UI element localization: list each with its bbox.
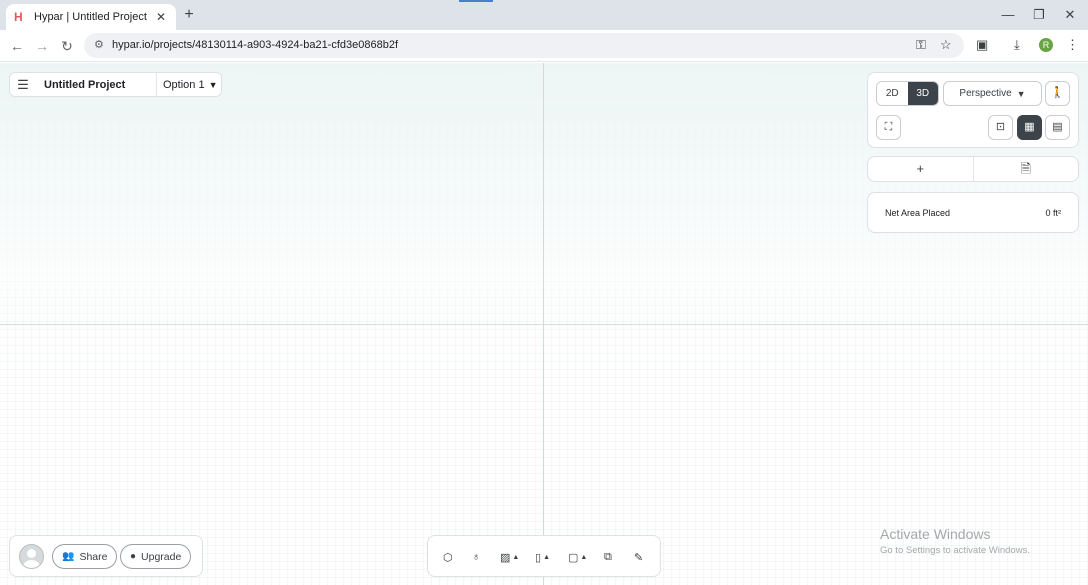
address-bar[interactable]: ⚙ hypar.io/projects/48130114-a903-4924-b…: [84, 33, 964, 58]
walk-mode-icon[interactable]: 🚶: [1045, 81, 1070, 106]
net-area-label: Net Area Placed: [885, 208, 951, 218]
watermark-subtitle: Go to Settings to activate Windows.: [880, 545, 1030, 556]
projection-dropdown[interactable]: Perspective ▼: [943, 81, 1042, 106]
password-key-icon[interactable]: ⚿: [916, 37, 926, 53]
tab-title: Hypar | Untitled Project: [34, 11, 147, 23]
browser-titlebar: H Hypar | Untitled Project ✕ + — ❐ ✕: [0, 0, 1088, 30]
minimize-icon[interactable]: —: [996, 5, 1020, 25]
caret-up-icon: ▲: [580, 553, 588, 561]
browser-tab[interactable]: H Hypar | Untitled Project ✕: [6, 4, 176, 30]
upgrade-label: Upgrade: [141, 550, 182, 563]
new-tab-button[interactable]: +: [180, 6, 198, 24]
people-icon: 👥: [62, 551, 75, 562]
document-icon[interactable]: 🗎: [974, 157, 1079, 181]
back-arrow-icon[interactable]: ←: [8, 37, 26, 55]
profile-avatar[interactable]: R: [1039, 38, 1053, 52]
option-selector[interactable]: Option 1 ▼: [157, 79, 218, 91]
activate-windows-watermark: Activate Windows Go to Settings to activ…: [880, 526, 1030, 556]
site-settings-icon[interactable]: ⚙: [94, 38, 104, 51]
upgrade-circle-icon: ●: [130, 551, 137, 562]
user-panel: 👥 Share ● Upgrade: [9, 535, 203, 577]
x-axis-line: [0, 324, 1088, 325]
upgrade-button[interactable]: ● Upgrade: [120, 544, 192, 569]
tab-drag-indicator: [459, 0, 493, 2]
light-icon[interactable]: ♁: [472, 549, 480, 565]
projection-label: Perspective: [959, 88, 1012, 99]
chevron-down-icon: ▼: [1016, 88, 1026, 99]
chevron-down-icon: ▼: [208, 79, 218, 90]
settings-frame-icon[interactable]: ⧉: [604, 549, 612, 565]
url-text[interactable]: hypar.io/projects/48130114-a903-4924-ba2…: [112, 39, 398, 51]
layout-view-icon[interactable]: ▤: [1045, 115, 1070, 140]
tab-close-icon[interactable]: ✕: [154, 10, 168, 24]
view-3d-button[interactable]: 3D: [907, 82, 938, 105]
share-button[interactable]: 👥 Share: [52, 544, 118, 569]
building-tool[interactable]: ▯ ▲: [535, 549, 550, 565]
bottom-toolbar: ⬡ ♁ ▨ ▲ ▯ ▲ ▢ ▲ ⧉ ✎: [427, 535, 661, 577]
view-2d-button[interactable]: 2D: [877, 82, 908, 105]
zoom-extents-icon[interactable]: ⛶: [876, 115, 901, 140]
view-mode-toggle: 2D 3D: [876, 81, 939, 106]
caret-up-icon: ▲: [543, 553, 550, 561]
note-icon: ▢: [568, 551, 579, 564]
grid-view-icon[interactable]: ▦: [1017, 115, 1042, 140]
note-tool[interactable]: ▢ ▲: [568, 549, 587, 565]
cube-icon[interactable]: ⬡: [443, 549, 453, 565]
add-button[interactable]: +: [868, 157, 973, 181]
metrics-panel: Net Area Placed 0 ft²: [867, 192, 1079, 233]
project-header: ☰ Untitled Project Option 1 ▼: [9, 72, 222, 97]
user-avatar[interactable]: [19, 544, 44, 569]
reload-icon[interactable]: ↻: [58, 37, 76, 55]
net-area-value: 0 ft²: [1045, 208, 1061, 218]
building-icon: ▯: [535, 551, 542, 564]
project-name[interactable]: Untitled Project: [36, 79, 156, 91]
browser-toolbar: ← → ↻ ⚙ hypar.io/projects/48130114-a903-…: [0, 30, 1088, 62]
option-label: Option 1: [163, 78, 205, 91]
window-close-icon[interactable]: ✕: [1058, 5, 1082, 25]
pencil-icon[interactable]: ✎: [634, 549, 643, 565]
forward-arrow-icon[interactable]: →: [33, 37, 51, 55]
maximize-icon[interactable]: ❐: [1027, 5, 1051, 25]
add-panel: + 🗎: [867, 156, 1079, 182]
image-tool[interactable]: ▨ ▲: [500, 549, 519, 565]
bookmark-star-icon[interactable]: ☆: [940, 37, 952, 53]
section-box-icon[interactable]: ⊡: [988, 115, 1013, 140]
download-icon[interactable]: ⤓: [1014, 37, 1020, 53]
view-controls-panel: 2D 3D Perspective ▼ 🚶 ⛶ ⊡ ▦ ▤: [867, 72, 1079, 148]
menu-icon[interactable]: ☰: [10, 77, 36, 93]
reading-list-icon[interactable]: ▣: [976, 37, 988, 53]
image-icon: ▨: [500, 551, 511, 564]
share-label: Share: [79, 550, 108, 563]
hypar-favicon-icon: H: [14, 10, 23, 24]
watermark-title: Activate Windows: [880, 526, 991, 542]
caret-up-icon: ▲: [512, 553, 520, 561]
browser-menu-icon[interactable]: ⋮: [1066, 37, 1079, 53]
